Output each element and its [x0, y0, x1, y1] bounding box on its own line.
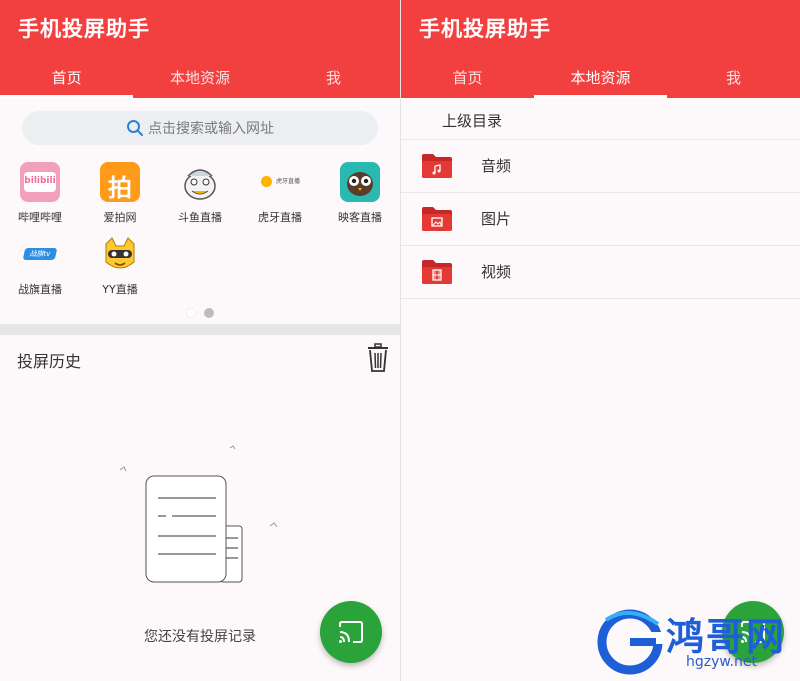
- app-label: YY直播: [102, 283, 138, 296]
- watermark-url: hgzyw.net: [686, 654, 757, 670]
- tab-home[interactable]: 首页: [401, 58, 534, 98]
- watermark-text: 鸿哥网: [666, 615, 787, 659]
- app-label: 斗鱼直播: [178, 211, 222, 224]
- huya-icon: 虎牙直播: [260, 162, 300, 202]
- trash-icon[interactable]: [366, 343, 390, 373]
- search-placeholder: 点击搜索或输入网址: [148, 121, 274, 137]
- douyu-icon: [180, 162, 220, 202]
- folder-label: 图片: [481, 210, 512, 228]
- app-label: 映客直播: [338, 211, 382, 224]
- search-input[interactable]: 点击搜索或输入网址: [22, 111, 378, 145]
- tab-me[interactable]: 我: [667, 58, 800, 98]
- app-label: 战旗直播: [18, 283, 62, 296]
- watermark-logo-icon: [597, 609, 664, 675]
- site-watermark: 鸿哥网 hgzyw.net: [596, 606, 796, 678]
- tab-bar: 首页 本地资源 我: [401, 58, 800, 98]
- tab-local-resources[interactable]: 本地资源: [133, 58, 266, 98]
- inke-icon: [340, 162, 380, 202]
- app-aipai[interactable]: 拍 爱拍网: [80, 162, 160, 225]
- folder-row-images[interactable]: 图片: [401, 193, 800, 245]
- app-bar: 手机投屏助手 首页 本地资源 我: [401, 0, 800, 98]
- app-douyu[interactable]: 斗鱼直播: [160, 162, 240, 225]
- app-bilibili[interactable]: bilibili 哔哩哔哩: [0, 162, 80, 225]
- app-inke[interactable]: 映客直播: [320, 162, 400, 225]
- app-zhanqi[interactable]: 战旗tv 战旗直播: [0, 234, 80, 297]
- parent-directory-link[interactable]: 上级目录: [442, 110, 502, 131]
- tab-me[interactable]: 我: [267, 58, 400, 98]
- image-folder-icon: [422, 207, 452, 231]
- section-divider: [0, 324, 400, 335]
- app-bar: 手机投屏助手 首页 本地资源 我: [0, 0, 400, 98]
- zhanqi-icon: 战旗tv: [20, 234, 60, 274]
- video-folder-icon: [422, 260, 452, 284]
- folder-row-audio[interactable]: 音频: [401, 140, 800, 192]
- cast-button[interactable]: [320, 601, 382, 663]
- page-dot[interactable]: [186, 308, 196, 318]
- empty-history-illustration-icon: [119, 445, 278, 583]
- app-label: 爱拍网: [103, 211, 137, 224]
- local-resources-screen: 手机投屏助手 首页 本地资源 我 上级目录 音频 图片 视频: [401, 0, 800, 681]
- bilibili-icon: bilibili: [20, 162, 60, 202]
- cast-icon: [339, 621, 363, 643]
- folder-row-videos[interactable]: 视频: [401, 246, 800, 298]
- page-dot-active[interactable]: [204, 308, 214, 318]
- aipai-icon: 拍: [100, 162, 140, 202]
- tab-local-resources[interactable]: 本地资源: [534, 58, 667, 98]
- app-label: 哔哩哔哩: [18, 211, 62, 224]
- folder-label: 视频: [481, 263, 512, 281]
- row-divider: [401, 298, 800, 299]
- app-huya[interactable]: 虎牙直播 虎牙直播: [240, 162, 320, 225]
- app-yy[interactable]: YY直播: [80, 234, 160, 297]
- history-title: 投屏历史: [17, 352, 82, 371]
- music-folder-icon: [422, 154, 452, 178]
- home-screen: 手机投屏助手 首页 本地资源 我 点击搜索或输入网址 bilibili 哔哩哔哩…: [0, 0, 400, 681]
- search-icon: [127, 120, 143, 136]
- folder-label: 音频: [481, 157, 512, 175]
- app-title: 手机投屏助手: [18, 17, 150, 41]
- tab-home[interactable]: 首页: [0, 58, 134, 98]
- tab-bar: 首页 本地资源 我: [0, 58, 400, 98]
- page-indicator: [0, 308, 400, 318]
- app-title: 手机投屏助手: [419, 17, 551, 41]
- yy-icon: [100, 234, 140, 274]
- app-label: 虎牙直播: [258, 211, 302, 224]
